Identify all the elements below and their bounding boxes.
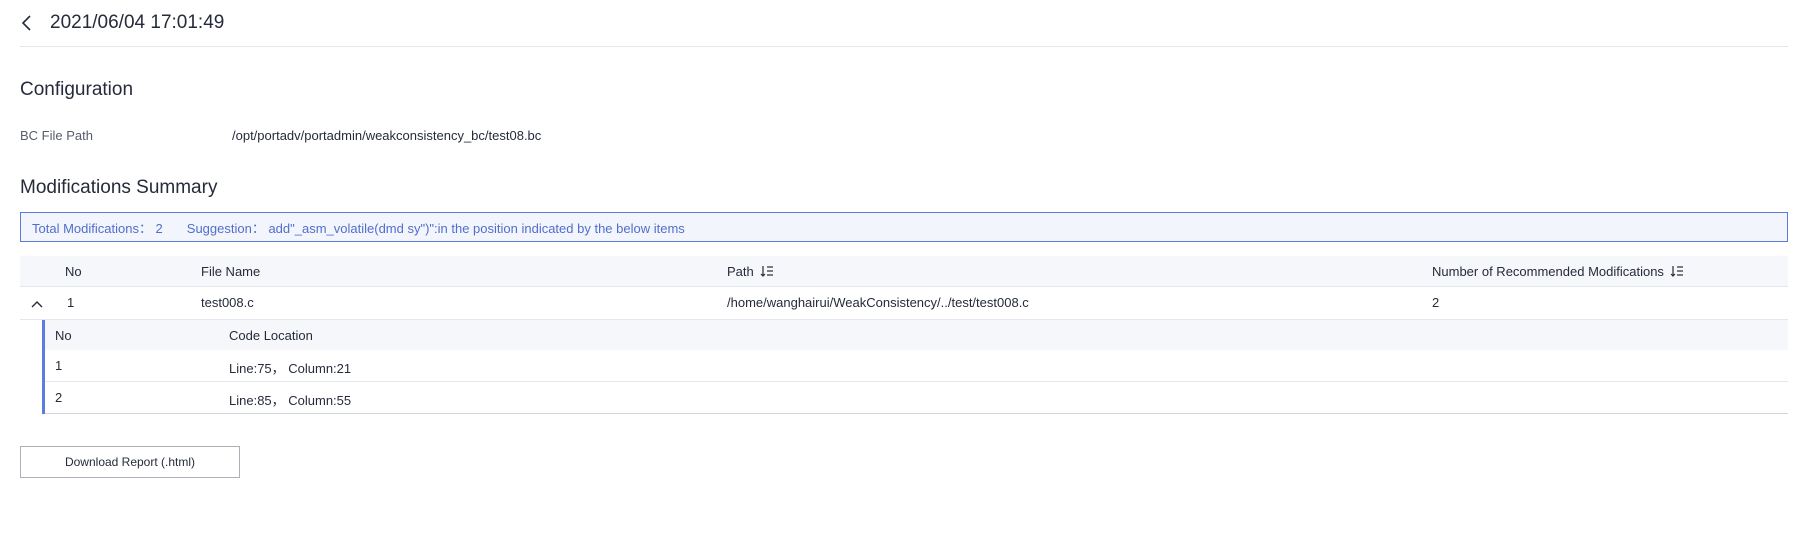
sort-icon[interactable]: [1670, 265, 1684, 277]
code-location-subtable: No Code Location 1 Line:75， Column:21 2 …: [42, 320, 1788, 414]
col-path-label: Path: [727, 263, 754, 279]
table-row: 2 Line:85， Column:55: [45, 382, 1788, 414]
chevron-up-icon[interactable]: [30, 297, 44, 312]
table-header: No File Name Path Number of Recommended …: [20, 256, 1788, 287]
sub-col-code-location: Code Location: [229, 328, 313, 343]
back-button[interactable]: [20, 0, 50, 46]
col-file-name: File Name: [201, 263, 261, 279]
modifications-summary-title: Modifications Summary: [20, 177, 218, 198]
sub-col-no: No: [55, 328, 72, 343]
row-path: /home/wanghairui/WeakConsistency/../test…: [727, 295, 1029, 310]
download-report-button[interactable]: Download Report (.html): [20, 446, 240, 478]
sub-row-location: Line:75， Column:21: [229, 361, 352, 376]
sub-row-no: 2: [55, 390, 63, 405]
sub-row-location: Line:85， Column:55: [229, 393, 352, 408]
row-file-name: test008.c: [201, 295, 254, 310]
summary-bar: Total Modifications： 2 Suggestion： add"_…: [20, 212, 1788, 242]
page-header: 2021/06/04 17:01:49: [20, 0, 1788, 47]
col-no: No: [65, 263, 82, 279]
total-modifications: Total Modifications： 2: [32, 220, 163, 236]
bc-file-path-label: BC File Path: [20, 128, 93, 143]
subtable-header: No Code Location: [45, 320, 1788, 350]
modifications-table: No File Name Path Number of Recommended …: [20, 256, 1788, 414]
table-row: 1 Line:75， Column:21: [45, 350, 1788, 382]
configuration-title: Configuration: [20, 79, 134, 100]
row-no: 1: [67, 295, 75, 310]
row-count: 2: [1432, 295, 1440, 310]
chevron-left-icon: [21, 15, 31, 31]
col-path[interactable]: Path: [727, 264, 774, 279]
page-title: 2021/06/04 17:01:49: [50, 12, 225, 33]
sub-row-no: 1: [55, 358, 63, 373]
table-row: 1 test008.c /home/wanghairui/WeakConsist…: [20, 287, 1788, 320]
suggestion-text: Suggestion： add"_asm_volatile(dmd sy")":…: [186, 220, 685, 236]
sort-icon[interactable]: [760, 265, 774, 277]
bc-file-path-value: /opt/portadv/portadmin/weakconsistency_b…: [232, 128, 542, 143]
col-count-label: Number of Recommended Modifications: [1432, 263, 1664, 279]
col-recommended-count[interactable]: Number of Recommended Modifications: [1432, 264, 1684, 279]
